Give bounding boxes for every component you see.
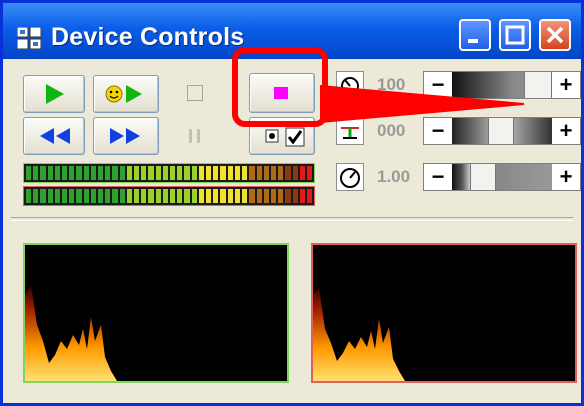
highlight-arrow [319,85,525,123]
highlight-callout [232,47,525,127]
highlight-box [232,47,328,127]
